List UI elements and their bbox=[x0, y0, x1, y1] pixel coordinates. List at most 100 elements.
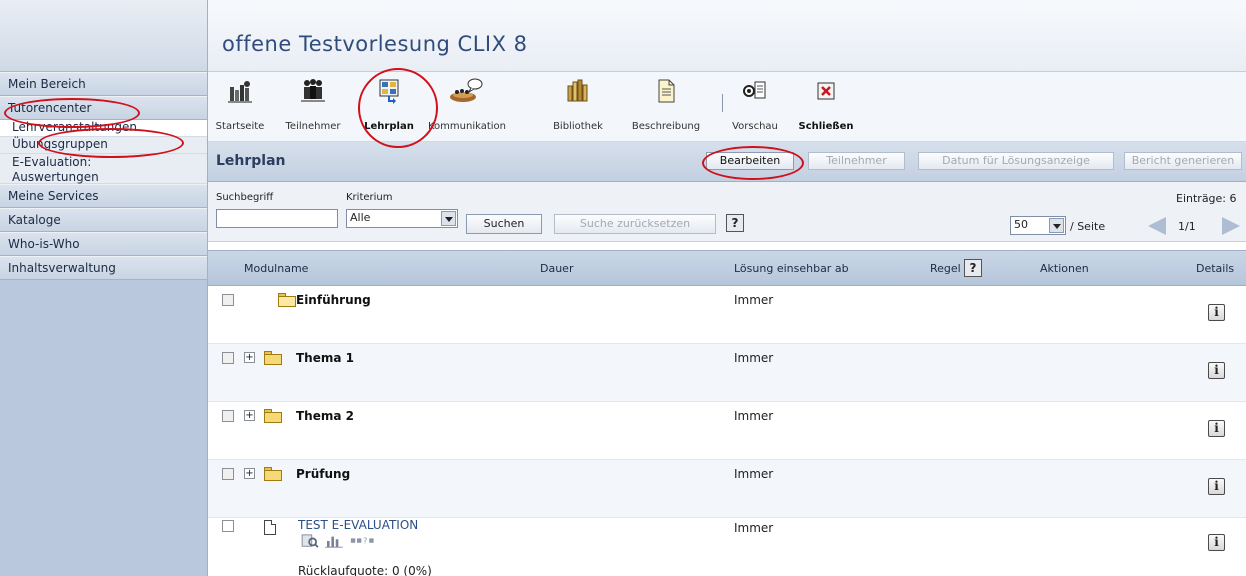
toolbar-teilnehmer[interactable]: Teilnehmer bbox=[280, 72, 346, 142]
table-row: Einführung Immer i bbox=[208, 286, 1246, 344]
folder-open-icon bbox=[278, 293, 296, 307]
sidebar-item-label-line2: Auswertungen bbox=[12, 170, 99, 184]
section-bar: Lehrplan Bearbeiten Teilnehmer Datum für… bbox=[208, 142, 1246, 182]
expand-icon[interactable]: + bbox=[244, 352, 255, 363]
help-icon[interactable]: ? bbox=[964, 259, 982, 277]
row-checkbox[interactable] bbox=[222, 468, 234, 480]
column-regel[interactable]: Regel bbox=[930, 262, 961, 275]
sidebar-item-kataloge[interactable]: Kataloge bbox=[0, 208, 207, 232]
search-area: Suchbegriff Kriterium Alle Suchen Suche … bbox=[208, 182, 1246, 242]
search-term-label: Suchbegriff bbox=[216, 192, 274, 203]
help-icon[interactable]: ? bbox=[726, 214, 744, 232]
toolbar-lehrplan[interactable]: Lehrplan bbox=[364, 72, 414, 142]
edit-button[interactable]: Bearbeiten bbox=[706, 152, 794, 170]
chevron-down-icon bbox=[1049, 218, 1064, 233]
info-icon[interactable]: i bbox=[1208, 534, 1225, 551]
generate-report-button[interactable]: Bericht generieren bbox=[1124, 152, 1242, 170]
statistics-icon[interactable] bbox=[324, 534, 344, 548]
folder-icon bbox=[264, 409, 282, 423]
criterion-label: Kriterium bbox=[346, 192, 393, 203]
section-title: Lehrplan bbox=[216, 153, 286, 169]
info-icon[interactable]: i bbox=[1208, 420, 1225, 437]
expand-icon[interactable]: + bbox=[244, 410, 255, 421]
svg-text:?: ? bbox=[363, 537, 367, 546]
participants-button[interactable]: Teilnehmer bbox=[808, 152, 905, 170]
home-icon bbox=[228, 81, 252, 103]
question-stats-icon[interactable]: ? bbox=[348, 534, 380, 548]
sidebar-item-e-evaluation[interactable]: E-Evaluation: Auswertungen bbox=[0, 154, 207, 184]
toolbar-beschreibung[interactable]: Beschreibung bbox=[622, 72, 710, 142]
expand-icon[interactable]: + bbox=[244, 468, 255, 479]
document-icon bbox=[264, 520, 276, 535]
solution-visible-from: Immer bbox=[734, 521, 774, 535]
toolbar-label: Schließen bbox=[798, 121, 854, 132]
column-loesung[interactable]: Lösung einsehbar ab bbox=[734, 262, 849, 275]
column-modulname[interactable]: Modulname bbox=[244, 262, 308, 275]
toolbar-label: Vorschau bbox=[732, 121, 778, 132]
row-checkbox[interactable] bbox=[222, 352, 234, 364]
entries-count: Einträge: 6 bbox=[1176, 192, 1237, 205]
page-indicator: 1/1 bbox=[1178, 220, 1196, 233]
sidebar-item-label: Kataloge bbox=[8, 213, 61, 227]
toolbar-startseite[interactable]: Startseite bbox=[212, 72, 268, 142]
table-row: TEST E-EVALUATION ? Rücklaufquote: 0 (0%… bbox=[208, 514, 1246, 576]
sidebar-item-label: Meine Services bbox=[8, 189, 99, 203]
page-title: offene Testvorlesung CLIX 8 bbox=[222, 32, 528, 56]
solution-visible-from: Immer bbox=[734, 409, 774, 423]
module-link[interactable]: TEST E-EVALUATION bbox=[298, 518, 418, 532]
table-header: Modulname Dauer Lösung einsehbar ab Rege… bbox=[208, 250, 1246, 286]
per-page-label: / Seite bbox=[1070, 220, 1106, 233]
row-checkbox[interactable] bbox=[222, 294, 234, 306]
column-aktionen: Aktionen bbox=[1040, 262, 1089, 275]
per-page-select[interactable]: 50 bbox=[1010, 216, 1066, 235]
sidebar-item-uebungsgruppen[interactable]: Übungsgruppen bbox=[0, 137, 207, 154]
toolbar-kommunikation[interactable]: Kommunikation bbox=[428, 72, 506, 142]
toolbar-schliessen[interactable]: Schließen bbox=[794, 72, 858, 142]
sidebar-item-who-is-who[interactable]: Who-is-Who bbox=[0, 232, 207, 256]
description-icon bbox=[658, 79, 675, 103]
sidebar-item-label: Who-is-Who bbox=[8, 237, 80, 251]
row-checkbox[interactable] bbox=[222, 410, 234, 422]
toolbar: Startseite Teilnehmer Lehrplan Kommunika… bbox=[208, 72, 1246, 142]
previous-page-icon[interactable] bbox=[1146, 216, 1168, 236]
module-name[interactable]: Einführung bbox=[296, 293, 371, 307]
sidebar-item-meine-services[interactable]: Meine Services bbox=[0, 184, 207, 208]
column-dauer[interactable]: Dauer bbox=[540, 262, 573, 275]
info-icon[interactable]: i bbox=[1208, 304, 1225, 321]
search-button[interactable]: Suchen bbox=[466, 214, 542, 234]
toolbar-label: Bibliothek bbox=[553, 121, 603, 132]
toolbar-bibliothek[interactable]: Bibliothek bbox=[548, 72, 608, 142]
module-name[interactable]: Thema 1 bbox=[296, 351, 354, 365]
toolbar-vorschau[interactable]: Vorschau bbox=[730, 72, 780, 142]
sidebar-item-label: Lehrveranstaltungen bbox=[12, 120, 137, 134]
solution-visible-from: Immer bbox=[734, 351, 774, 365]
preview-icon bbox=[743, 81, 766, 99]
criterion-value: Alle bbox=[350, 211, 371, 224]
reset-search-button[interactable]: Suche zurücksetzen bbox=[554, 214, 716, 234]
info-icon[interactable]: i bbox=[1208, 362, 1225, 379]
row-checkbox[interactable] bbox=[222, 520, 234, 532]
table-row: + Thema 2 Immer i bbox=[208, 402, 1246, 460]
sidebar-item-tutorencenter[interactable]: Tutorencenter bbox=[0, 96, 207, 120]
folder-icon bbox=[264, 467, 282, 481]
sidebar: Mein Bereich Tutorencenter Lehrveranstal… bbox=[0, 0, 208, 576]
sidebar-item-lehrveranstaltungen[interactable]: Lehrveranstaltungen bbox=[0, 120, 207, 137]
per-page-value: 50 bbox=[1014, 218, 1028, 231]
toolbar-separator bbox=[722, 94, 723, 112]
module-name[interactable]: Thema 2 bbox=[296, 409, 354, 423]
sidebar-item-inhaltsverwaltung[interactable]: Inhaltsverwaltung bbox=[0, 256, 207, 280]
info-icon[interactable]: i bbox=[1208, 478, 1225, 495]
solution-visible-from: Immer bbox=[734, 467, 774, 481]
toolbar-label: Lehrplan bbox=[364, 121, 414, 132]
sidebar-item-mein-bereich[interactable]: Mein Bereich bbox=[0, 72, 207, 96]
evaluation-icon[interactable] bbox=[300, 534, 320, 548]
toolbar-label: Teilnehmer bbox=[285, 121, 341, 132]
next-page-icon[interactable] bbox=[1220, 216, 1242, 236]
solution-date-button[interactable]: Datum für Lösungsanzeige bbox=[918, 152, 1114, 170]
module-name[interactable]: Prüfung bbox=[296, 467, 350, 481]
sidebar-item-label: Mein Bereich bbox=[8, 77, 86, 91]
sidebar-item-label: E-Evaluation: bbox=[12, 155, 92, 169]
search-input[interactable] bbox=[216, 209, 338, 228]
curriculum-icon bbox=[379, 79, 399, 104]
criterion-select[interactable]: Alle bbox=[346, 209, 458, 228]
